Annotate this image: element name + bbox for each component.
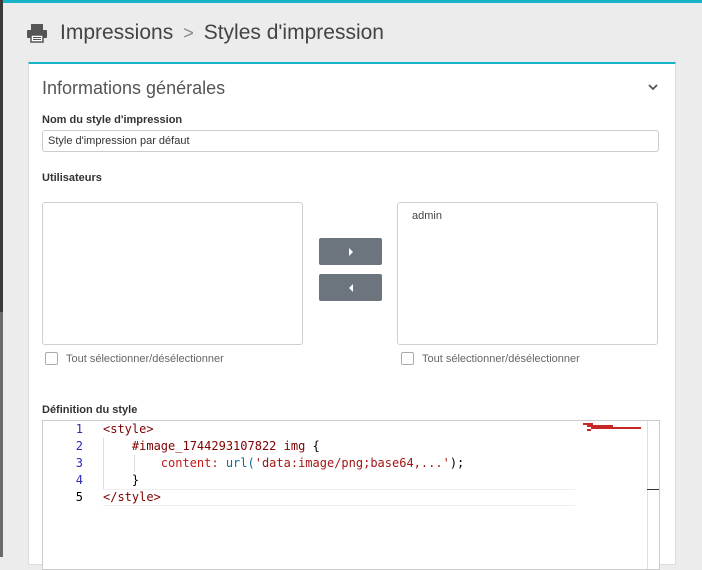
- code-token: #image_1744293107822 img: [131, 439, 306, 453]
- select-all-label: Tout sélectionner/désélectionner: [66, 352, 224, 365]
- select-all-available[interactable]: Tout sélectionner/désélectionner: [45, 352, 224, 365]
- users-label: Utilisateurs: [42, 172, 102, 184]
- breadcrumb-separator: >: [183, 22, 194, 43]
- code-token: );: [449, 456, 465, 470]
- chevron-down-icon[interactable]: [647, 82, 659, 92]
- left-sidebar-edge: [0, 0, 3, 557]
- code-token: 'data:image/png;base64,...': [254, 456, 450, 470]
- code-token: {: [312, 439, 320, 453]
- code-line: </style>: [103, 489, 464, 506]
- code-content[interactable]: <style> #image_1744293107822 img { conte…: [103, 421, 464, 506]
- list-item-admin[interactable]: admin: [412, 210, 442, 222]
- code-line: content: url('data:image/png;base64,...'…: [103, 455, 464, 472]
- panel-title: Informations générales: [42, 78, 226, 98]
- breadcrumb-parent[interactable]: Impressions: [60, 21, 173, 45]
- code-line: <style>: [103, 421, 464, 438]
- code-token: <style>: [103, 422, 154, 436]
- code-minimap[interactable]: [583, 421, 645, 569]
- caret-right-icon: [348, 247, 353, 256]
- page-title: Styles d'impression: [203, 21, 384, 44]
- general-info-panel: Informations générales Nom du style d'im…: [28, 62, 676, 570]
- line-number: 4: [75, 473, 83, 487]
- top-accent-bar: [0, 0, 702, 3]
- move-left-button[interactable]: [319, 274, 382, 301]
- code-token: }: [131, 473, 140, 487]
- available-users-list[interactable]: [42, 202, 303, 345]
- line-number: 3: [75, 456, 83, 470]
- select-all-label: Tout sélectionner/désélectionner: [422, 352, 580, 365]
- selected-users-list[interactable]: admin: [397, 202, 658, 345]
- code-line: #image_1744293107822 img {: [103, 438, 464, 455]
- line-number: 1: [75, 422, 83, 436]
- style-code-editor[interactable]: 1 2 3 4 5 <style> #image_1744293107822 i…: [42, 420, 660, 570]
- caret-left-icon: [348, 283, 353, 292]
- code-line: }: [103, 472, 464, 489]
- style-definition-label: Définition du style: [42, 404, 138, 416]
- move-right-button[interactable]: [319, 238, 382, 265]
- scroll-position-marker: [647, 489, 659, 490]
- code-token: content:: [160, 456, 219, 470]
- style-name-label: Nom du style d'impression: [42, 114, 183, 126]
- editor-scrollbar[interactable]: [647, 421, 648, 569]
- line-number: 2: [75, 439, 83, 453]
- style-name-input[interactable]: [42, 130, 659, 152]
- line-number: 5: [75, 490, 83, 504]
- select-all-checkbox[interactable]: [45, 352, 58, 365]
- select-all-checkbox[interactable]: [401, 352, 414, 365]
- line-number-gutter: 1 2 3 4 5: [43, 421, 93, 569]
- code-token: </style>: [103, 490, 161, 504]
- page-header: Impressions > Styles d'impression: [26, 18, 384, 48]
- code-token: url(: [225, 456, 255, 470]
- printer-icon: [27, 24, 47, 43]
- select-all-selected[interactable]: Tout sélectionner/désélectionner: [401, 352, 580, 365]
